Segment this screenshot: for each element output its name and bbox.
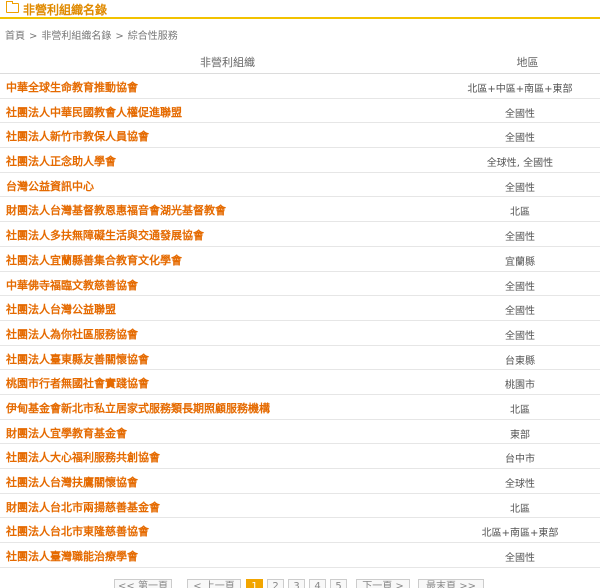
table-row: 社團法人宜蘭縣善集合教育文化學會 宜蘭縣 (0, 247, 600, 272)
table-row: 社團法人台灣公益聯盟 全國性 (0, 296, 600, 321)
table-row: 台灣公益資訊中心 全國性 (0, 173, 600, 198)
region-cell: 桃園市 (505, 380, 535, 392)
table-row: 財團法人台北市兩揚慈善基金會 北區 (0, 494, 600, 519)
breadcrumb-home[interactable]: 首頁 (5, 31, 25, 42)
table-row: 財團法人宜學教育基金會 東部 (0, 420, 600, 445)
organization-link[interactable]: 社團法人台灣公益聯盟 (6, 301, 116, 317)
table-row: 社團法人台北市東隆慈善協會 北區+南區+東部 (0, 518, 600, 544)
table-row: 社團法人中華民國教會人權促進聯盟 全國性 (0, 99, 600, 124)
organization-link[interactable]: 社團法人正念助人學會 (6, 153, 116, 169)
organization-link[interactable]: 財團法人台北市兩揚慈善基金會 (6, 499, 160, 515)
page-button-1[interactable]: 1 (246, 579, 263, 588)
organization-link[interactable]: 社團法人臺東縣友善關懷協會 (6, 351, 149, 367)
region-cell: 全國性 (505, 281, 535, 293)
organization-link[interactable]: 伊甸基金會新北市私立居家式服務類長期照顧服務機構 (6, 400, 270, 416)
table-row: 財團法人台灣基督教恩惠福音會湖光基督教會 北區 (0, 197, 600, 223)
organization-link[interactable]: 社團法人宜蘭縣善集合教育文化學會 (6, 252, 182, 268)
first-page-button[interactable]: << 第一頁 (114, 579, 172, 588)
region-cell: 台中市 (505, 454, 535, 466)
region-cell: 全球性, 全國性 (486, 158, 554, 170)
breadcrumb-separator: > (115, 31, 124, 42)
region-cell: 全國性 (505, 133, 535, 145)
table-row: 社團法人臺灣職能治療學會 全國性 (0, 543, 600, 568)
page-button-4[interactable]: 4 (309, 579, 326, 588)
organization-link[interactable]: 桃園市行者無國社會實踐協會 (6, 375, 149, 391)
region-cell: 北區+南區+東部 (481, 528, 559, 540)
table-row: 社團法人新竹市教保人員協會 全國性 (0, 123, 600, 149)
region-cell: 台東縣 (505, 355, 535, 367)
folder-icon (6, 1, 19, 13)
page-title: 非營利組織名錄 (23, 3, 108, 17)
table-row: 桃園市行者無國社會實踐協會 桃園市 (0, 370, 600, 395)
region-cell: 東部 (510, 429, 530, 441)
region-cell: 全國性 (505, 306, 535, 318)
table-row: 社團法人大心福利服務共創協會 台中市 (0, 444, 600, 469)
organization-link[interactable]: 台灣公益資訊中心 (6, 178, 94, 194)
region-cell: 北區+中區+南區+東部 (467, 84, 573, 95)
organization-link[interactable]: 中華全球生命教育推動協會 (6, 79, 138, 95)
organization-table: 非營利組織 地區 中華全球生命教育推動協會 北區+中區+南區+東部社團法人中華民國… (0, 49, 600, 568)
organization-link[interactable]: 社團法人台灣扶鷹關懷協會 (6, 474, 138, 490)
organization-link[interactable]: 社團法人中華民國教會人權促進聯盟 (6, 104, 182, 120)
organization-link[interactable]: 社團法人多扶無障礙生活與交通發展協會 (6, 227, 204, 243)
column-header-region: 地區 (516, 56, 539, 69)
organization-link[interactable]: 社團法人新竹市教保人員協會 (6, 128, 149, 144)
last-page-button[interactable]: 最末頁 >> (418, 579, 484, 588)
region-cell: 北區 (510, 207, 530, 219)
prev-page-button[interactable]: < 上一頁 (187, 579, 241, 588)
region-cell: 全國性 (505, 232, 535, 244)
breadcrumb-separator: > (29, 31, 38, 42)
page-header: 非營利組織名錄 (0, 0, 600, 19)
table-row: 社團法人多扶無障礙生活與交通發展協會 全國性 (0, 222, 600, 247)
organization-link[interactable]: 社團法人大心福利服務共創協會 (6, 449, 160, 465)
breadcrumb-directory[interactable]: 非營利組織名錄 (41, 31, 111, 42)
organization-link[interactable]: 社團法人臺灣職能治療學會 (6, 548, 138, 564)
organization-link[interactable]: 財團法人宜學教育基金會 (6, 425, 127, 441)
table-row: 中華佛寺福臨文教慈善協會 全國性 (0, 272, 600, 297)
next-page-button[interactable]: 下一頁 > (356, 579, 410, 588)
page-button-3[interactable]: 3 (288, 579, 305, 588)
region-cell: 北區 (510, 404, 530, 416)
table-body: 中華全球生命教育推動協會 北區+中區+南區+東部 社團法人中華民國教會人權促進聯盟全… (0, 74, 600, 568)
table-row: 社團法人台灣扶鷹關懷協會 全球性 (0, 469, 600, 494)
region-cell: 全國性 (505, 108, 535, 120)
table-row: 社團法人臺東縣友善關懷協會 台東縣 (0, 346, 600, 371)
organization-link[interactable]: 財團法人台灣基督教恩惠福音會湖光基督教會 (6, 202, 226, 218)
page-button-5[interactable]: 5 (330, 579, 347, 588)
region-cell: 全國性 (505, 553, 535, 565)
region-cell: 全國性 (505, 330, 535, 342)
table-row: 社團法人正念助人學會 全球性, 全國性 (0, 148, 600, 173)
table-row: 社團法人為你社區服務協會 全國性 (0, 321, 600, 346)
region-cell: 宜蘭縣 (505, 256, 535, 268)
organization-link[interactable]: 中華佛寺福臨文教慈善協會 (6, 277, 138, 293)
breadcrumb-current: 綜合性服務 (127, 31, 178, 42)
organization-link[interactable]: 社團法人台北市東隆慈善協會 (6, 523, 149, 539)
organization-link[interactable]: 社團法人為你社區服務協會 (6, 326, 138, 342)
table-row: 伊甸基金會新北市私立居家式服務類長期照顧服務機構 北區 (0, 395, 600, 420)
region-cell: 全球性 (505, 479, 535, 490)
table-header: 非營利組織 地區 (0, 49, 600, 74)
table-row: 中華全球生命教育推動協會 北區+中區+南區+東部 (0, 74, 600, 99)
region-cell: 全國性 (505, 182, 535, 194)
breadcrumb: 首頁 > 非營利組織名錄 > 綜合性服務 (5, 27, 178, 42)
pagination: << 第一頁 < 上一頁 1 2 3 4 5 下一頁 > 最末頁 >> (0, 577, 600, 588)
column-header-organization: 非營利組織 (200, 56, 255, 69)
page-button-2[interactable]: 2 (267, 579, 284, 588)
region-cell: 北區 (510, 503, 530, 515)
